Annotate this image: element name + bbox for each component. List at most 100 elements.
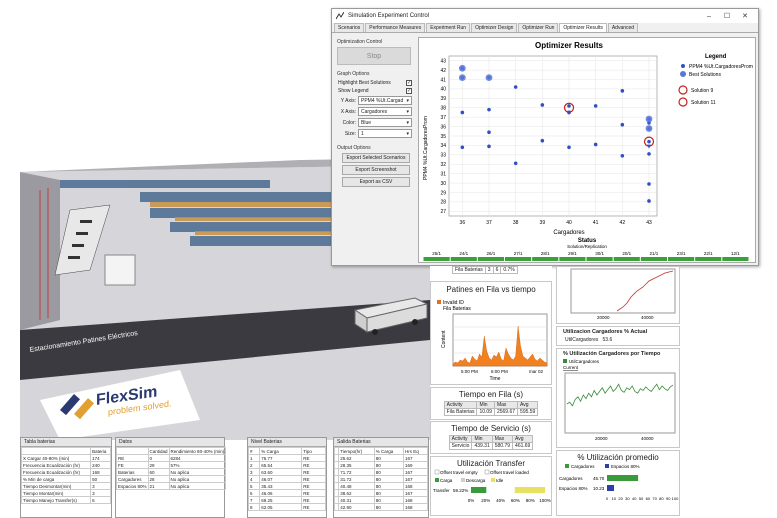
export-screenshot-button[interactable]: Export Screenshot	[342, 165, 410, 175]
highlight-best-checkbox[interactable]: ✓	[406, 80, 412, 86]
table-row[interactable]: X Cargar 40-80% (min) 174	[20, 454, 111, 462]
table-row[interactable]: 31.72 80 167	[333, 475, 428, 483]
table-cell[interactable]: 167	[403, 489, 428, 497]
table-cell[interactable]: 62.05	[259, 503, 303, 511]
table-cell[interactable]: 80	[373, 503, 405, 511]
table-cell[interactable]: % Min de carga	[20, 475, 92, 483]
table-cell[interactable]: 80	[373, 468, 405, 476]
table-cell[interactable]: 7	[247, 496, 261, 504]
table-cell[interactable]: 168	[403, 496, 428, 504]
table-cell[interactable]: No aplica	[168, 482, 227, 490]
table-row[interactable]: 28.35 80 169	[333, 461, 428, 469]
table-cell[interactable]: Cantidad	[147, 447, 170, 455]
table-row[interactable]: 3 63.60 RE	[247, 468, 326, 476]
table-row[interactable]: 4 46.07 RE	[247, 475, 326, 483]
table-cell[interactable]: RE	[301, 468, 326, 476]
table-cell[interactable]: 174	[90, 454, 111, 462]
table-cell[interactable]: 40.31	[338, 496, 375, 504]
table-row[interactable]: 42.90 80 168	[333, 503, 428, 511]
table-cell[interactable]: Bateria	[90, 447, 111, 455]
tab-optimizer-design[interactable]: Optimizer Design	[471, 23, 518, 32]
table-cell[interactable]: 21	[147, 482, 170, 490]
table-row[interactable]: FE 29 57%	[116, 461, 227, 469]
table-cell[interactable]: 8	[247, 503, 261, 511]
table-cell[interactable]: 80	[373, 454, 405, 462]
table-cell[interactable]: 40.48	[338, 482, 375, 490]
table-cell[interactable]: Cargadores	[116, 475, 149, 483]
table-cell[interactable]: 31.72	[338, 475, 375, 483]
table-cell[interactable]: 2	[247, 461, 261, 469]
table-cell[interactable]: 3	[247, 468, 261, 476]
table-cell[interactable]: No aplica	[168, 468, 227, 476]
table-row[interactable]: Cantidad Rendimiento 80-40% (min)	[116, 447, 227, 455]
table-cell[interactable]: Tipo	[301, 447, 326, 455]
table-cell[interactable]: 60	[147, 468, 170, 476]
tab-advanced[interactable]: Advanced	[607, 23, 639, 32]
table-row[interactable]: 2 65.54 RE	[247, 461, 326, 469]
table-cell[interactable]: RE	[301, 482, 326, 490]
table-row[interactable]: Espacios 80% 21 No aplica	[116, 482, 227, 490]
table-row[interactable]: 6 46.06 RE	[247, 489, 326, 497]
table-cell[interactable]: % Carga	[259, 447, 303, 455]
tab-experiment-run[interactable]: Experiment Run	[426, 23, 471, 32]
table-row[interactable]: #% Carga Tipo	[247, 447, 326, 455]
table-cell[interactable]: 3	[90, 489, 111, 497]
table-cell[interactable]: 69.25	[259, 496, 303, 504]
table-row[interactable]: Tiempo(hr)% Carga Hrs Eq	[333, 447, 428, 455]
tab-scenarios[interactable]: Scenarios	[334, 23, 365, 32]
table-row[interactable]: 7 69.25 RE	[247, 496, 326, 504]
table-cell[interactable]: 240	[90, 461, 111, 469]
x-axis-dropdown[interactable]: Cargadores ▾	[358, 107, 412, 116]
table-row[interactable]: Tiempo Desmontar(min) 3	[20, 482, 111, 490]
table-cell[interactable]: 80	[373, 482, 405, 490]
table-row[interactable]: 8 62.05 RE	[247, 503, 326, 511]
table-row[interactable]: Tiempo Montar(min) 3	[20, 489, 111, 497]
table-row[interactable]: Baterias 60 No aplica	[116, 468, 227, 476]
export-csv-button[interactable]: Export as CSV	[342, 177, 410, 187]
color-dropdown[interactable]: Blue ▾	[358, 118, 412, 127]
table-row[interactable]: % Min de carga 50	[20, 475, 111, 483]
table-cell[interactable]: 168	[403, 503, 428, 511]
table-cell[interactable]: Frecuencia Ecualización (hr)	[20, 468, 92, 476]
table-cell[interactable]	[20, 447, 92, 455]
table-row[interactable]: 25.62 80 167	[333, 454, 428, 462]
table-cell[interactable]: 0	[147, 454, 170, 462]
table-cell[interactable]: Tiempo Desmontar(min)	[20, 482, 92, 490]
table-cell[interactable]: 6	[247, 489, 261, 497]
table-cell[interactable]: No aplica	[168, 475, 227, 483]
table-row[interactable]: Tiempo Manejo Transfer(s) 6	[20, 496, 111, 504]
table-cell[interactable]: 35.43	[259, 482, 303, 490]
tab-performance-measures[interactable]: Performance Measures	[365, 23, 426, 32]
stop-button[interactable]: Stop	[337, 47, 411, 65]
table-cell[interactable]: FE	[116, 461, 149, 469]
y-axis-dropdown[interactable]: PPM4 %Ut.Cargad ▾	[358, 96, 412, 105]
size-dropdown[interactable]: 1 ▾	[358, 129, 412, 138]
table-row[interactable]: Cargadores 28 No aplica	[116, 475, 227, 483]
table-cell[interactable]: 75.77	[259, 454, 303, 462]
tab-optimizer-run[interactable]: Optimizer Run	[518, 23, 559, 32]
table-cell[interactable]: 57%	[168, 461, 227, 469]
table-cell[interactable]: Tiempo Montar(min)	[20, 489, 92, 497]
minimize-icon[interactable]: –	[700, 13, 718, 20]
table-cell[interactable]: Tiempo Manejo Transfer(s)	[20, 496, 92, 504]
table-cell[interactable]: Baterias	[116, 468, 149, 476]
table-row[interactable]: 40.31 80 168	[333, 496, 428, 504]
table-cell[interactable]: 46.06	[259, 489, 303, 497]
table-cell[interactable]: 167	[403, 475, 428, 483]
table-cell[interactable]: 168	[403, 482, 428, 490]
table-cell[interactable]: 3	[90, 482, 111, 490]
table-cell[interactable]: Rendimiento 80-40% (min)	[168, 447, 227, 455]
table-cell[interactable]: 25.62	[338, 454, 375, 462]
table-cell[interactable]: 28.35	[338, 461, 375, 469]
table-cell[interactable]: Frecuencia Ecualización (hr)	[20, 461, 92, 469]
table-cell[interactable]: RE	[301, 503, 326, 511]
table-cell[interactable]: 50	[90, 475, 111, 483]
table-cell[interactable]: Hrs Eq	[403, 447, 428, 455]
table-row[interactable]: 40.48 80 168	[333, 482, 428, 490]
table-cell[interactable]: 38.62	[338, 489, 375, 497]
table-cell[interactable]: 80	[373, 475, 405, 483]
table-cell[interactable]: 5	[247, 482, 261, 490]
optimizer-results-chart[interactable]: Optimizer Results Cargadores PPM4 %Ut.Ca…	[418, 37, 756, 263]
table-cell[interactable]: X Cargar 40-80% (min)	[20, 454, 92, 462]
table-cell[interactable]: 6284	[168, 454, 227, 462]
